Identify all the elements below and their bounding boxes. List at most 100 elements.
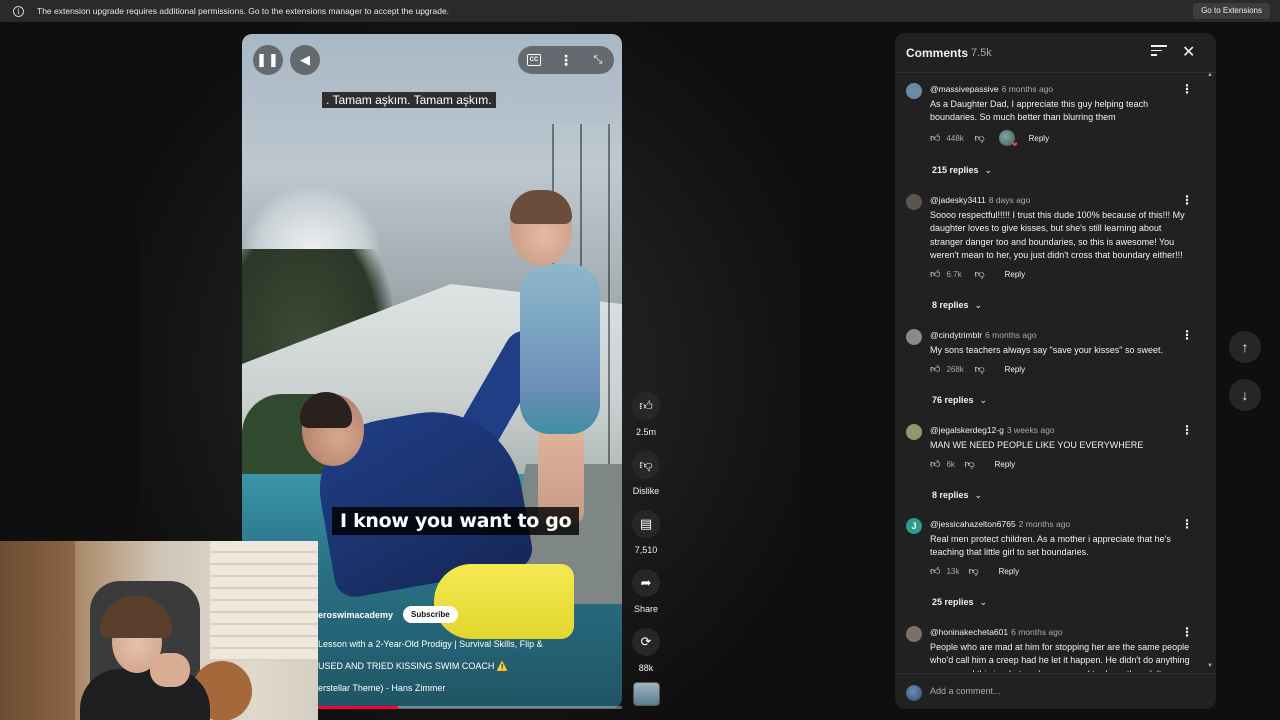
comment-author[interactable]: @cindytrimblr 6 months ago xyxy=(930,330,1037,340)
comment-menu-icon[interactable]: ⋮ xyxy=(1181,625,1193,639)
comment-author[interactable]: @jegalskerdeg12-g 3 weeks ago xyxy=(930,425,1055,435)
comment-author[interactable]: @jadesky3411 8 days ago xyxy=(930,195,1030,205)
video-caption-main: I know you want to go xyxy=(332,507,580,535)
webcam-person-hand xyxy=(150,653,190,687)
comment-handle[interactable]: @massivepassive xyxy=(930,84,999,94)
avatar[interactable] xyxy=(906,626,922,642)
comment-text: People who are mad at him for stopping h… xyxy=(930,642,1190,672)
comment-text: MAN WE NEED PEOPLE LIKE YOU EVERYWHERE xyxy=(930,440,1144,450)
thumbs-up-icon[interactable]: 👍︎ xyxy=(930,565,940,577)
creator-heart-icon xyxy=(998,130,1018,149)
scroll-down-arrow-icon[interactable]: ▼ xyxy=(1207,663,1213,669)
player-controls-group: CC ⋮ ⤡ xyxy=(518,46,614,74)
captions-icon: CC xyxy=(526,54,542,66)
comment-menu-icon[interactable]: ⋮ xyxy=(1181,193,1193,207)
collapse-icon: ⤡ xyxy=(593,53,603,66)
comments-scrollbar[interactable]: ▲ ▼ xyxy=(1207,72,1213,671)
replies-toggle[interactable]: 8 replies ⌄ xyxy=(932,300,982,311)
avatar[interactable] xyxy=(906,83,922,99)
webcam-person-shirt xyxy=(80,669,210,720)
sort-icon[interactable] xyxy=(1151,45,1167,59)
replies-label: 8 replies xyxy=(932,490,969,500)
comment-like-count: 6k xyxy=(946,459,955,469)
avatar[interactable] xyxy=(906,329,922,345)
comment-menu-icon[interactable]: ⋮ xyxy=(1181,517,1193,531)
go-to-extensions-button[interactable]: Go to Extensions xyxy=(1193,3,1270,19)
thumbs-down-icon[interactable]: 👎︎ xyxy=(964,458,974,470)
comment-actions: 👍︎ 6k 👎︎ Reply xyxy=(930,456,1015,472)
comment-handle[interactable]: @jegalskerdeg12-g xyxy=(930,425,1004,435)
comment-handle[interactable]: @jessicahazelton6765 xyxy=(930,519,1016,529)
chevron-down-icon: ⌄ xyxy=(974,300,983,310)
avatar[interactable] xyxy=(906,194,922,210)
thumbs-down-icon[interactable]: 👎︎ xyxy=(974,363,984,375)
comment-handle[interactable]: @honinakecheta601 xyxy=(930,627,1008,637)
reply-button[interactable]: Reply xyxy=(995,460,1015,469)
more-options-button[interactable]: ⋮ xyxy=(550,46,582,74)
comment-like-count: 13k xyxy=(946,566,960,576)
collapse-player-button[interactable]: ⤡ xyxy=(582,46,614,74)
remix-action[interactable]: ⟳ 88k xyxy=(628,628,664,673)
comments-list[interactable]: @massivepassive 6 months ago ⋮ As a Daugh… xyxy=(895,74,1216,672)
comment-menu-icon[interactable]: ⋮ xyxy=(1181,328,1193,342)
webcam-shelf xyxy=(210,541,318,661)
replies-toggle[interactable]: 8 replies ⌄ xyxy=(932,490,982,501)
volume-button[interactable]: ◀ xyxy=(290,45,320,75)
extension-notice-bar: i The extension upgrade requires additio… xyxy=(0,0,1280,22)
thumbs-up-icon[interactable]: 👍︎ xyxy=(930,458,940,470)
reply-button[interactable]: Reply xyxy=(999,567,1019,576)
comment-time: 3 weeks ago xyxy=(1006,425,1055,435)
channel-row: eroswimacademy Subscribe xyxy=(318,606,458,623)
comment-author[interactable]: @honinakecheta601 6 months ago xyxy=(930,627,1063,637)
subscribe-button[interactable]: Subscribe xyxy=(403,606,458,623)
comment-like-count: 448k xyxy=(946,133,964,143)
comment-menu-icon[interactable]: ⋮ xyxy=(1181,82,1193,96)
comments-count-label: 7.5k xyxy=(971,47,992,59)
pause-icon: ❚❚ xyxy=(256,52,280,67)
share-action[interactable]: ➦ Share xyxy=(628,569,664,614)
comment-author[interactable]: @massivepassive 6 months ago xyxy=(930,84,1053,94)
replies-toggle[interactable]: 215 replies ⌄ xyxy=(932,165,992,176)
remix-icon: ⟳ xyxy=(632,628,660,656)
thumbs-down-icon[interactable]: 👎︎ xyxy=(974,132,984,144)
comment-handle[interactable]: @jadesky3411 xyxy=(930,195,986,205)
kebab-icon: ⋮ xyxy=(559,51,573,68)
comments-title: Comments xyxy=(906,46,969,60)
comment-actions: 👍︎ 13k 👎︎ Reply xyxy=(930,563,1019,579)
like-action[interactable]: 👍︎ 2.5m xyxy=(628,392,664,437)
sound-thumbnail[interactable] xyxy=(628,682,664,706)
sound-thumbnail-image xyxy=(632,682,660,706)
video-scene-pool-noodle xyxy=(434,564,574,639)
replies-label: 215 replies xyxy=(932,165,979,175)
previous-video-button[interactable]: ↑ xyxy=(1229,331,1261,363)
video-title[interactable]: Lesson with a 2-Year-Old Prodigy | Survi… xyxy=(318,639,618,705)
add-comment-input[interactable]: Add a comment... xyxy=(930,686,1001,696)
comment-menu-icon[interactable]: ⋮ xyxy=(1181,423,1193,437)
thumbs-up-icon[interactable]: 👍︎ xyxy=(930,132,940,144)
comment-author[interactable]: @jessicahazelton6765 2 months ago xyxy=(930,519,1070,529)
reply-button[interactable]: Reply xyxy=(1029,134,1049,143)
replies-toggle[interactable]: 76 replies ⌄ xyxy=(932,395,987,406)
replies-toggle[interactable]: 25 replies ⌄ xyxy=(932,597,987,608)
scroll-up-arrow-icon[interactable]: ▲ xyxy=(1207,72,1213,78)
dislike-label: Dislike xyxy=(632,486,660,496)
thumbs-down-icon[interactable]: 👎︎ xyxy=(968,565,978,577)
comment-handle[interactable]: @cindytrimblr xyxy=(930,330,982,340)
reply-button[interactable]: Reply xyxy=(1005,270,1025,279)
channel-name[interactable]: eroswimacademy xyxy=(318,610,393,620)
close-icon[interactable]: ✕ xyxy=(1182,42,1195,62)
pause-button[interactable]: ❚❚ xyxy=(253,45,283,75)
comment-time: 6 months ago xyxy=(985,330,1037,340)
avatar[interactable]: J xyxy=(906,518,922,534)
captions-button[interactable]: CC xyxy=(518,46,550,74)
avatar[interactable] xyxy=(906,424,922,440)
dislike-action[interactable]: 👎︎ Dislike xyxy=(628,451,664,496)
chevron-down-icon: ⌄ xyxy=(974,490,983,500)
thumbs-up-icon[interactable]: 👍︎ xyxy=(930,363,940,375)
reply-button[interactable]: Reply xyxy=(1005,365,1025,374)
next-video-button[interactable]: ↓ xyxy=(1229,379,1261,411)
thumbs-down-icon[interactable]: 👎︎ xyxy=(974,268,984,280)
comment-text: Soooo respectful!!!!! I trust this dude … xyxy=(930,210,1185,260)
thumbs-up-icon[interactable]: 👍︎ xyxy=(930,268,940,280)
comments-action[interactable]: ▤ 7,510 xyxy=(628,510,664,555)
